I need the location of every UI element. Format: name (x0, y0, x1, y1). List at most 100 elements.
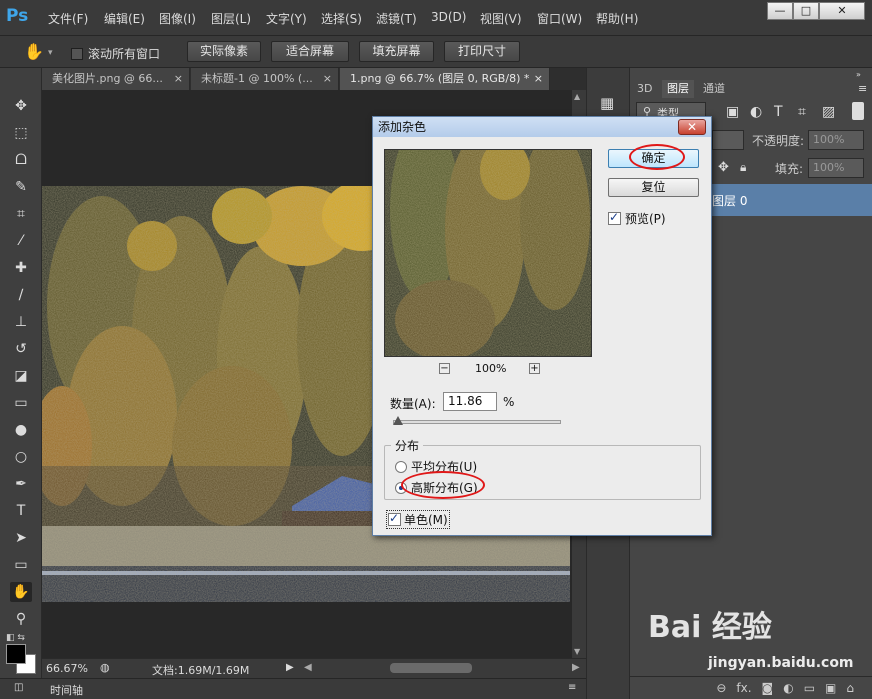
lock-all-icon[interactable]: 🔒︎ (740, 160, 746, 175)
tool-preset-arrow-icon[interactable]: ▾ (48, 48, 53, 58)
preview-checkbox[interactable] (608, 210, 621, 225)
smart-object-filter-icon[interactable]: ▨ (822, 104, 835, 120)
eyedropper-tool-icon[interactable]: ⁄ (10, 231, 32, 251)
path-select-tool-icon[interactable]: ➤ (10, 528, 32, 548)
timeline-label[interactable]: 时间轴 (50, 682, 83, 698)
fx-icon[interactable]: fx. (736, 681, 751, 695)
monochromatic-option[interactable]: 单色(M) (386, 510, 450, 529)
tab-beautify[interactable]: 美化图片.png @ 66... × (42, 68, 190, 90)
opacity-field[interactable]: 100% (808, 130, 864, 150)
close-icon[interactable]: × (174, 68, 183, 90)
reset-button[interactable]: 复位 (608, 178, 699, 197)
layer-row[interactable]: 图层 0 (712, 184, 872, 216)
menu-type[interactable]: 文字(Y) (266, 10, 307, 27)
preview-option[interactable]: 预览(P) (608, 210, 666, 227)
actual-pixels-button[interactable]: 实际像素 (187, 41, 261, 62)
pen-tool-icon[interactable]: ✒ (10, 474, 32, 494)
menu-3d[interactable]: 3D(D) (431, 10, 466, 24)
scroll-up-icon[interactable]: ▲ (574, 92, 580, 101)
tab-label: 美化图片.png @ 66... (52, 72, 163, 85)
fill-field[interactable]: 100% (808, 158, 864, 178)
tab-untitled[interactable]: 未标题-1 @ 100% (... × (191, 68, 339, 90)
close-icon[interactable]: ✕ (678, 119, 706, 135)
link-icon[interactable]: ⊖ (716, 681, 726, 695)
brush-tool-icon[interactable]: ∕ (10, 285, 32, 305)
scroll-right-icon[interactable]: ▶ (572, 662, 580, 673)
horizontal-scroll-thumb[interactable] (390, 663, 472, 673)
type-filter-icon[interactable]: T (774, 104, 783, 120)
quick-select-tool-icon[interactable]: ✎ (10, 177, 32, 197)
blur-tool-icon[interactable]: ● (10, 420, 32, 440)
scroll-left-icon[interactable]: ◀ (304, 662, 312, 673)
amount-field[interactable]: 11.86 (443, 392, 497, 411)
gradient-tool-icon[interactable]: ▭ (10, 393, 32, 413)
tab-channels[interactable]: 通道 (698, 80, 730, 98)
history-brush-tool-icon[interactable]: ↺ (10, 339, 32, 359)
menu-layer[interactable]: 图层(L) (211, 10, 251, 27)
filter-preview[interactable] (384, 149, 592, 357)
scroll-down-icon[interactable]: ▼ (574, 647, 580, 656)
move-tool-icon[interactable]: ✥ (10, 96, 32, 116)
menu-select[interactable]: 选择(S) (321, 10, 362, 27)
amount-slider[interactable] (393, 420, 561, 424)
menu-edit[interactable]: 编辑(E) (104, 10, 145, 27)
close-icon[interactable]: × (323, 68, 332, 90)
dodge-tool-icon[interactable]: ○ (10, 447, 32, 467)
zoom-tool-icon[interactable]: ⚲ (10, 609, 32, 629)
timeline-icon[interactable]: ◫ (14, 682, 23, 693)
menu-window[interactable]: 窗口(W) (537, 10, 582, 27)
restore-button[interactable]: □ (793, 2, 819, 20)
menu-view[interactable]: 视图(V) (480, 10, 522, 27)
adjustment-icon[interactable]: ◐ (783, 681, 793, 695)
mask-icon[interactable]: ◙ (762, 681, 774, 695)
scroll-all-windows-checkbox[interactable] (71, 47, 83, 60)
scroll-all-windows-option[interactable]: 滚动所有窗口 (71, 45, 160, 62)
lasso-tool-icon[interactable]: ᗝ (10, 150, 32, 170)
print-size-button[interactable]: 打印尺寸 (444, 41, 520, 62)
trash-icon[interactable]: ⌂ (846, 681, 854, 695)
shape-filter-icon[interactable]: ⌗ (798, 104, 806, 120)
status-menu-arrow-icon[interactable]: ▶ (286, 662, 294, 673)
fill-screen-button[interactable]: 填充屏幕 (359, 41, 434, 62)
layer-name[interactable]: 图层 0 (712, 192, 747, 209)
marquee-tool-icon[interactable]: ⬚ (10, 123, 32, 143)
type-tool-icon[interactable]: T (10, 501, 32, 521)
tab-3d[interactable]: 3D (632, 80, 657, 98)
folder-icon[interactable]: ▭ (804, 681, 815, 695)
histogram-icon[interactable]: ▦ (600, 94, 614, 112)
pixel-filter-icon[interactable]: ▣ (726, 104, 739, 120)
foreground-color-swatch[interactable] (6, 644, 26, 664)
menu-image[interactable]: 图像(I) (159, 10, 196, 27)
menu-help[interactable]: 帮助(H) (596, 10, 638, 27)
close-window-button[interactable]: ✕ (819, 2, 865, 20)
shape-tool-icon[interactable]: ▭ (10, 555, 32, 575)
amount-slider-thumb[interactable] (393, 416, 404, 425)
panel-menu-icon[interactable]: ≡ (858, 82, 867, 95)
default-colors-icon[interactable]: ◧ ⇆ (6, 633, 25, 643)
menu-file[interactable]: 文件(F) (48, 10, 88, 27)
zoom-in-icon[interactable]: + (529, 363, 540, 374)
panel-collapse-icon[interactable]: » (856, 70, 861, 79)
filter-toggle[interactable] (852, 102, 864, 120)
fit-screen-button[interactable]: 适合屏幕 (271, 41, 349, 62)
adjustment-filter-icon[interactable]: ◐ (750, 104, 762, 120)
status-options-icon[interactable]: ◍ (100, 661, 110, 674)
menu-filter[interactable]: 滤镜(T) (376, 10, 417, 27)
healing-brush-tool-icon[interactable]: ✚ (10, 258, 32, 278)
clone-stamp-tool-icon[interactable]: ⊥ (10, 312, 32, 332)
lock-position-icon[interactable]: ✥ (718, 160, 729, 175)
tab-layers[interactable]: 图层 (662, 80, 694, 98)
panel-menu-icon[interactable]: ≡ (568, 682, 576, 693)
zoom-out-icon[interactable]: − (439, 363, 450, 374)
monochromatic-checkbox[interactable] (388, 511, 401, 526)
minimize-button[interactable]: — (767, 2, 793, 20)
blend-mode-select[interactable] (712, 130, 744, 150)
tab-1png[interactable]: 1.png @ 66.7% (图层 0, RGB/8) * × (340, 68, 550, 90)
new-layer-icon[interactable]: ▣ (825, 681, 836, 695)
hand-tool-icon[interactable]: ✋ (10, 582, 32, 602)
eraser-tool-icon[interactable]: ◪ (10, 366, 32, 386)
zoom-level[interactable]: 66.67% (46, 662, 88, 675)
close-icon[interactable]: × (534, 68, 543, 90)
uniform-radio[interactable] (395, 460, 407, 473)
crop-tool-icon[interactable]: ⌗ (10, 204, 32, 224)
